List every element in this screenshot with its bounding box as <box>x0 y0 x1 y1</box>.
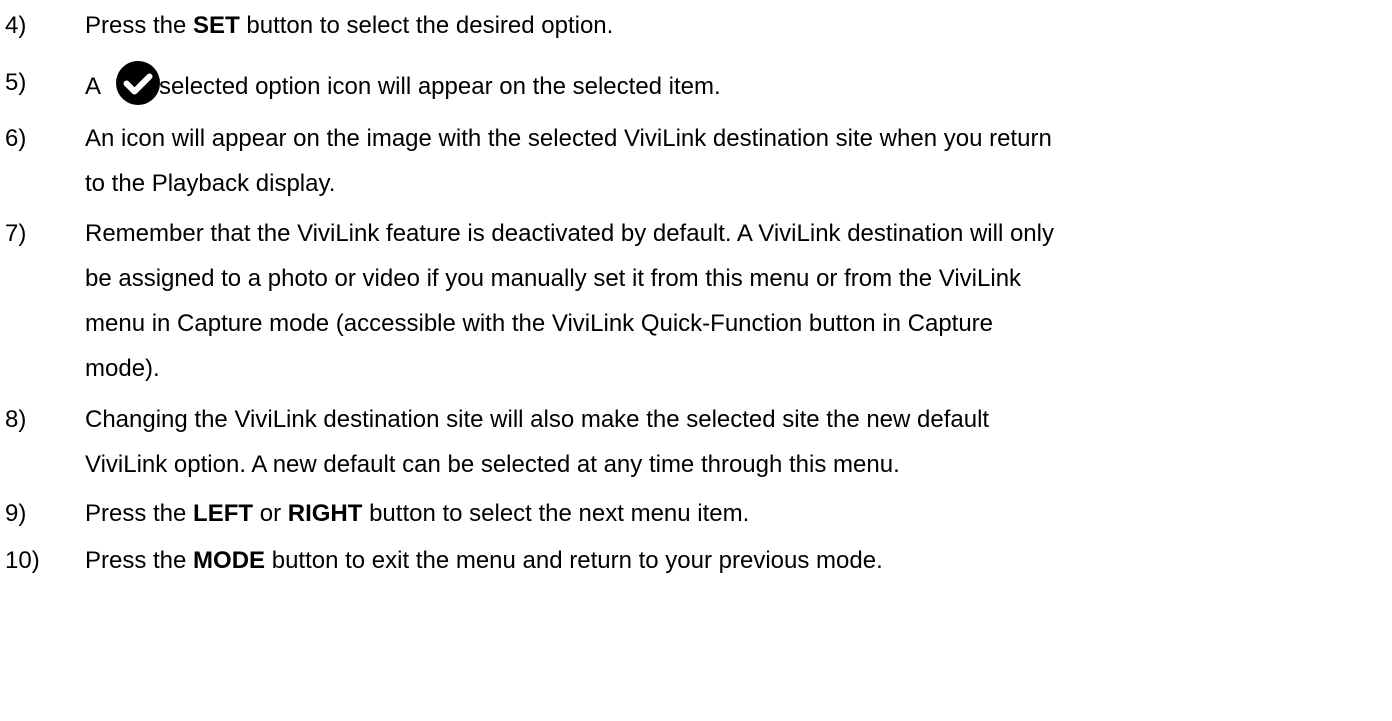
set-button-name: SET <box>193 12 240 39</box>
step-text: An icon will appear on the image with th… <box>85 125 1052 197</box>
step-number: 4) <box>5 12 27 39</box>
step-number: 9) <box>5 500 27 527</box>
step-text: Press the SET button to select the desir… <box>85 12 614 39</box>
mode-button-name: MODE <box>193 547 266 574</box>
step-text: Press the LEFT or RIGHT button to select… <box>85 500 750 527</box>
step-number: 6) <box>5 125 27 152</box>
left-button-name: LEFT <box>193 500 254 527</box>
check-circle-icon <box>115 60 161 106</box>
step-text: Changing the ViviLink destination site w… <box>85 406 990 478</box>
step-text: Aselected option icon will appear on the… <box>85 60 1385 109</box>
step-number: 10) <box>5 547 40 574</box>
step-number: 7) <box>5 220 27 247</box>
step-text: Press the MODE button to exit the menu a… <box>85 547 883 574</box>
step-text: Remember that the ViviLink feature is de… <box>85 220 1054 382</box>
step-number: 8) <box>5 406 27 433</box>
step-number: 5) <box>5 69 27 96</box>
document-page: 4) Press the SET button to select the de… <box>0 0 1392 721</box>
right-button-name: RIGHT <box>287 500 363 527</box>
